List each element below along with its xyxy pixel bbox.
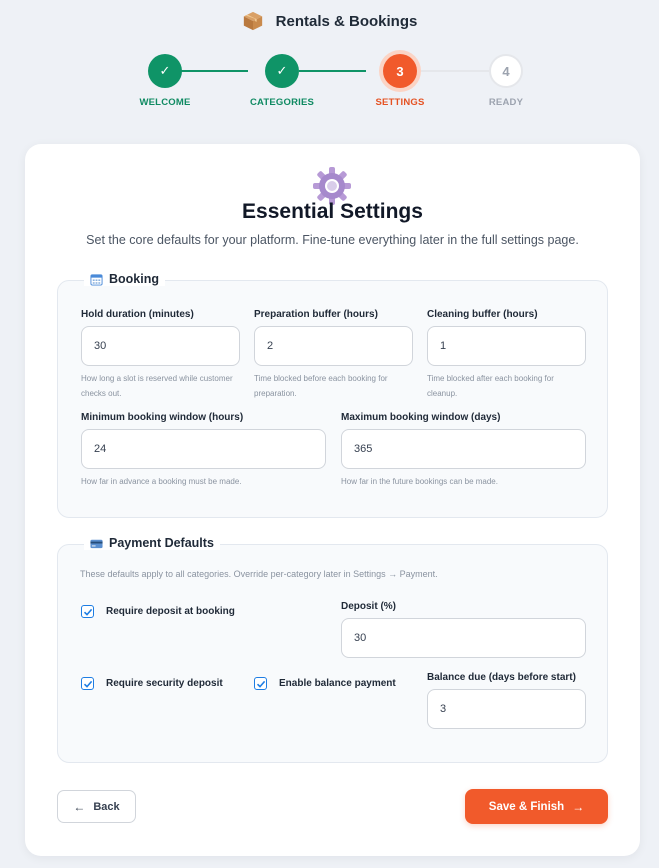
step-label: SETTINGS (375, 97, 425, 108)
require-deposit-checkbox[interactable]: Require deposit at booking (81, 605, 235, 618)
cleaning-buffer-hint: Time blocked after each booking for clea… (427, 374, 554, 398)
step-settings: 3 SETTINGS (360, 54, 440, 108)
booking-legend-label: Booking (109, 272, 159, 286)
arrow-left-icon: ← (73, 799, 86, 814)
max-window-label: Maximum booking window (days) (341, 412, 501, 423)
hold-duration-field: Hold duration (minutes) 30 How long a sl… (81, 309, 240, 401)
cleaning-buffer-field: Cleaning buffer (hours) 1 Time blocked a… (427, 309, 586, 401)
prep-buffer-label: Preparation buffer (hours) (254, 309, 378, 320)
progress-stepper: ✓ WELCOME ✓ CATEGORIES 3 SETTINGS 4 READ… (0, 54, 659, 114)
max-window-hint: How far in the future bookings can be ma… (341, 477, 498, 486)
max-window-field: Maximum booking window (days) 365 How fa… (341, 412, 586, 489)
balance-due-label: Balance due (days before start) (427, 672, 576, 683)
step-ready: 4 READY (466, 54, 546, 108)
booking-section: Booking Hold duration (minutes) 30 How l… (57, 272, 608, 518)
checkmark-icon (256, 680, 265, 688)
cleaning-buffer-label: Cleaning buffer (hours) (427, 309, 538, 320)
step-label: READY (488, 97, 524, 108)
app-header: Rentals & Bookings (0, 10, 659, 32)
require-deposit-label: Require deposit at booking (106, 606, 235, 617)
check-icon: ✓ (148, 54, 182, 88)
step-number: 4 (489, 54, 523, 88)
balance-due-input[interactable]: 3 (427, 689, 586, 729)
save-finish-button[interactable]: Save & Finish → (465, 789, 608, 824)
payment-legend: Payment Defaults (84, 536, 220, 550)
checkmark-icon (83, 680, 92, 688)
checkmark-icon (83, 608, 92, 616)
min-window-hint: How far in advance a booking must be mad… (81, 477, 242, 486)
step-welcome[interactable]: ✓ WELCOME (125, 54, 205, 108)
back-button[interactable]: ← Back (57, 790, 136, 823)
calendar-icon (90, 273, 103, 286)
page-title: Essential Settings (242, 200, 423, 223)
page-subtitle: Set the core defaults for your platform.… (86, 233, 579, 247)
enable-balance-label: Enable balance payment (279, 678, 396, 689)
hold-duration-input[interactable]: 30 (81, 326, 240, 366)
package-icon (243, 11, 262, 31)
min-window-field: Minimum booking window (hours) 24 How fa… (81, 412, 326, 489)
hold-duration-hint: How long a slot is reserved while custom… (81, 374, 233, 398)
checkbox-box[interactable] (254, 677, 267, 690)
payment-section: Payment Defaults These defaults apply to… (57, 536, 608, 763)
arrow-right-icon: → (572, 799, 585, 814)
prep-buffer-hint: Time blocked before each booking for pre… (254, 374, 388, 398)
hold-duration-label: Hold duration (minutes) (81, 309, 194, 320)
check-icon: ✓ (265, 54, 299, 88)
require-security-label: Require security deposit (106, 678, 223, 689)
deposit-percent-input[interactable]: 30 (341, 618, 586, 658)
deposit-percent-field: Deposit (%) 30 (341, 601, 586, 658)
back-button-label: Back (93, 800, 120, 813)
enable-balance-checkbox[interactable]: Enable balance payment (254, 677, 396, 690)
checkbox-box[interactable] (81, 677, 94, 690)
settings-card: Essential Settings Set the core defaults… (25, 144, 640, 856)
step-label: CATEGORIES (249, 97, 315, 108)
booking-legend: Booking (84, 272, 165, 286)
app-title: Rentals & Bookings (275, 12, 418, 30)
save-finish-label: Save & Finish (488, 800, 565, 813)
payment-note: These defaults apply to all categories. … (80, 569, 438, 579)
prep-buffer-input[interactable]: 2 (254, 326, 413, 366)
step-number: 3 (383, 54, 417, 88)
checkbox-box[interactable] (81, 605, 94, 618)
credit-card-icon (90, 539, 103, 548)
balance-due-field: Balance due (days before start) 3 (427, 672, 586, 729)
cleaning-buffer-input[interactable]: 1 (427, 326, 586, 366)
prep-buffer-field: Preparation buffer (hours) 2 Time blocke… (254, 309, 413, 401)
step-label: WELCOME (139, 97, 191, 108)
step-categories[interactable]: ✓ CATEGORIES (242, 54, 322, 108)
payment-legend-label: Payment Defaults (109, 536, 214, 550)
min-window-label: Minimum booking window (hours) (81, 412, 244, 423)
min-window-input[interactable]: 24 (81, 429, 326, 469)
max-window-input[interactable]: 365 (341, 429, 586, 469)
deposit-percent-label: Deposit (%) (341, 601, 396, 612)
require-security-checkbox[interactable]: Require security deposit (81, 677, 223, 690)
